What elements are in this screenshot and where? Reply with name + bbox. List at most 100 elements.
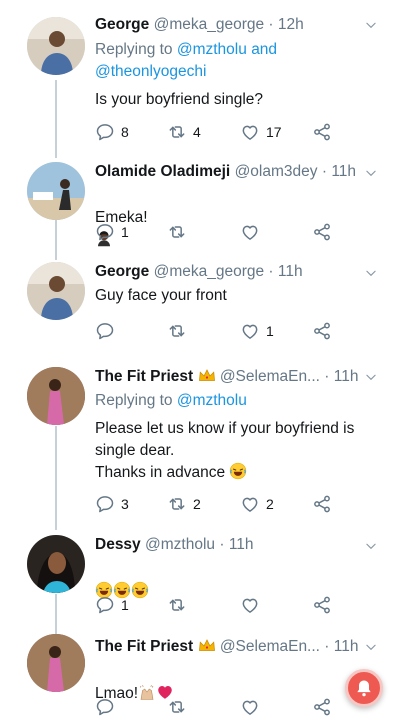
notification-fab-button[interactable] (345, 669, 383, 707)
like-button[interactable]: 2 (240, 493, 274, 515)
user-handle[interactable]: @olam3dey (235, 163, 318, 180)
tweet[interactable]: Olamide Oladimeji @olam3dey · 11h Emeka!… (0, 150, 404, 248)
retweet-button[interactable] (167, 594, 193, 616)
tweet-header: Dessy @mztholu · 11h (95, 534, 365, 555)
reply-count: 8 (121, 124, 129, 140)
retweet-button[interactable]: 4 (167, 121, 201, 143)
chevron-down-icon[interactable] (364, 266, 378, 280)
avatar[interactable] (27, 535, 85, 593)
tweet[interactable]: George @meka_george · 11h Guy face your … (0, 248, 404, 348)
user-handle[interactable]: @meka_george (154, 16, 265, 33)
user-handle[interactable]: @SelemaEn... (220, 638, 320, 655)
chevron-down-icon[interactable] (364, 640, 378, 654)
user-handle[interactable]: @meka_george (154, 263, 265, 280)
timestamp[interactable]: 11h (334, 368, 359, 385)
display-name[interactable]: Olamide Oladimeji (95, 163, 230, 180)
retweet-button[interactable] (167, 320, 193, 342)
display-name[interactable]: Dessy (95, 536, 141, 553)
reply-button[interactable] (95, 320, 121, 342)
chevron-down-icon[interactable] (364, 166, 378, 180)
timestamp[interactable]: 11h (278, 263, 303, 280)
share-button[interactable] (312, 221, 332, 243)
retweet-count: 4 (193, 124, 201, 140)
tweet-text-content: Please let us know if your boyfriend is … (95, 420, 355, 481)
share-icon (312, 595, 332, 615)
separator: · (321, 163, 327, 180)
tweet[interactable]: The Fit Priest @SelemaEn... · 11h Lmao! (0, 620, 404, 720)
timestamp[interactable]: 11h (229, 536, 254, 553)
reply-icon (95, 595, 115, 615)
user-handle[interactable]: @SelemaEn... (220, 368, 320, 385)
share-button[interactable] (312, 696, 332, 718)
share-button[interactable] (312, 121, 332, 143)
avatar[interactable] (27, 634, 85, 692)
avatar[interactable] (27, 367, 85, 425)
reply-button[interactable]: 1 (95, 221, 129, 243)
like-count: 1 (266, 323, 274, 339)
avatar[interactable] (27, 162, 85, 220)
avatar[interactable] (27, 262, 85, 320)
share-icon (312, 494, 332, 514)
share-button[interactable] (312, 594, 332, 616)
tweet[interactable]: Dessy @mztholu · 11h 1 (0, 520, 404, 620)
avatar[interactable] (27, 17, 85, 75)
like-button[interactable] (240, 696, 260, 718)
heart-icon (240, 494, 260, 514)
timestamp[interactable]: 11h (331, 163, 356, 180)
notification-bell-icon (357, 680, 371, 697)
display-name[interactable]: George (95, 263, 149, 280)
reply-button[interactable] (95, 696, 115, 718)
share-button[interactable] (312, 493, 332, 515)
tweet-actions: 3 2 2 (95, 493, 345, 515)
retweet-button[interactable]: 2 (167, 493, 201, 515)
like-button[interactable] (240, 221, 266, 243)
reply-button[interactable]: 8 (95, 121, 129, 143)
replying-to: Replying to @mztholu (95, 390, 365, 412)
heart-icon (240, 697, 260, 717)
separator: · (268, 263, 274, 280)
display-name[interactable]: The Fit Priest (95, 638, 193, 655)
tweet-actions: 1 (95, 320, 345, 342)
mention-link[interactable]: @mztholu (177, 392, 247, 409)
chevron-down-icon[interactable] (364, 18, 378, 32)
reply-count: 1 (121, 224, 129, 240)
display-name[interactable]: The Fit Priest (95, 368, 193, 385)
tweet-text: Guy face your front (95, 287, 227, 304)
tweet-header: The Fit Priest @SelemaEn... · 11h (95, 366, 365, 387)
separator: · (219, 536, 225, 553)
retweet-count: 2 (193, 496, 201, 512)
reply-button[interactable]: 3 (95, 493, 129, 515)
mention-link[interactable]: @theonlyogechi (95, 63, 206, 80)
tweet[interactable]: The Fit Priest @SelemaEn... · 11h Replyi… (0, 348, 404, 520)
share-icon (312, 697, 332, 717)
retweet-icon (167, 122, 187, 142)
share-icon (312, 321, 332, 341)
retweet-button[interactable] (167, 221, 193, 243)
mention-link[interactable]: @mztholu (177, 41, 247, 58)
heart-icon (240, 595, 260, 615)
timestamp[interactable]: 11h (334, 638, 359, 655)
display-name[interactable]: George (95, 16, 149, 33)
heart-icon (240, 321, 260, 341)
retweet-icon (167, 595, 187, 615)
chevron-down-icon[interactable] (364, 539, 378, 553)
share-button[interactable] (312, 320, 332, 342)
tweet-actions (95, 696, 345, 718)
laughing-emoji-icon (229, 462, 247, 480)
user-handle[interactable]: @mztholu (145, 536, 215, 553)
tweet-header: The Fit Priest @SelemaEn... · 11h (95, 636, 365, 657)
reply-icon (95, 321, 115, 341)
tweet-header: George @meka_george · 12h (95, 14, 365, 35)
tweet-text: Is your boyfriend single? (95, 91, 264, 108)
reply-button[interactable]: 1 (95, 594, 129, 616)
like-button[interactable] (240, 594, 266, 616)
chevron-down-icon[interactable] (364, 370, 378, 384)
like-button[interactable]: 17 (240, 121, 282, 143)
tweet[interactable]: George @meka_george · 12h Replying to @m… (0, 0, 404, 150)
retweet-icon (167, 697, 187, 717)
crown-icon (198, 639, 215, 651)
reply-icon (95, 122, 115, 142)
retweet-button[interactable] (167, 696, 187, 718)
timestamp[interactable]: 12h (278, 16, 304, 33)
like-button[interactable]: 1 (240, 320, 274, 342)
